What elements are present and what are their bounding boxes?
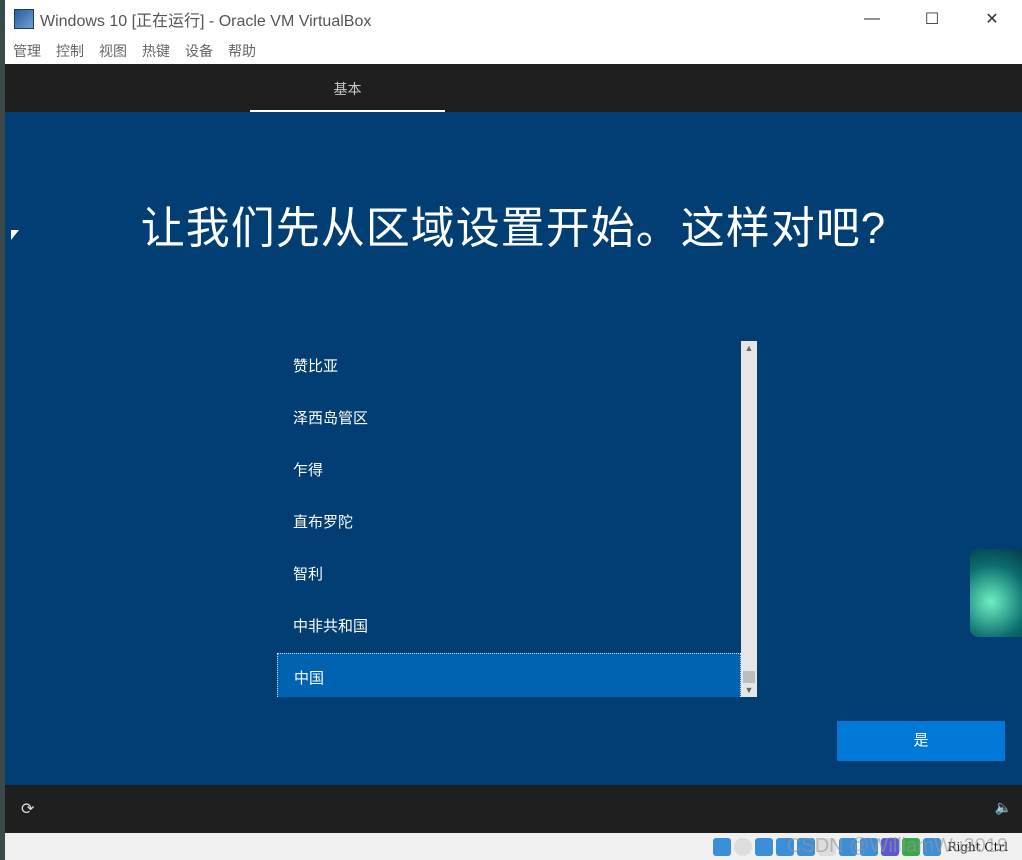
volume-icon[interactable]: 🔈 [995,799,1012,816]
status-bar: Right Ctrl CSDN @WilliamWu2019 [5,833,1022,860]
menu-view[interactable]: 视图 [99,41,127,61]
accessibility-icon[interactable]: ⟳ [21,799,34,819]
hard-disk-icon[interactable] [712,837,731,856]
list-item[interactable]: 泽西岛管区 [277,393,741,445]
title-bar: Windows 10 [正在运行] - Oracle VM VirtualBox… [5,0,1022,38]
menu-bar: 管理 控制 视图 热键 设备 帮助 [5,38,1022,64]
yes-button[interactable]: 是 [837,721,1005,761]
watermark: CSDN @WilliamWu2019 [786,835,1008,857]
list-item[interactable]: 中非共和国 [277,601,741,653]
list-item[interactable]: 乍得 [277,445,741,497]
region-list[interactable]: 赞比亚 泽西岛管区 乍得 直布罗陀 智利 中非共和国 中国 ▲ ▼ [277,341,757,697]
virtualbox-window: Windows 10 [正在运行] - Oracle VM VirtualBox… [5,0,1022,860]
menu-devices[interactable]: 设备 [185,41,213,61]
list-item[interactable]: 直布罗陀 [277,497,741,549]
audio-icon[interactable] [754,837,773,856]
close-button[interactable]: ✕ [962,0,1022,38]
scroll-down-icon[interactable]: ▼ [741,683,757,697]
tab-basics: 基本 [250,64,445,112]
virtualbox-icon [14,9,34,29]
desktop-thumbnail-image [970,549,1022,637]
oobe-region-page: 让我们先从区域设置开始。这样对吧? 赞比亚 泽西岛管区 乍得 直布罗陀 智利 中… [5,112,1022,785]
scrollbar[interactable]: ▲ ▼ [741,341,757,697]
menu-help[interactable]: 帮助 [228,41,256,61]
list-item[interactable]: 赞比亚 [277,341,741,393]
list-item[interactable]: 智利 [277,549,741,601]
setup-footer: ⟳ 🔈 [5,785,1022,833]
scroll-up-icon[interactable]: ▲ [741,341,757,355]
scrollbar-thumb[interactable] [743,671,755,683]
list-item-selected[interactable]: 中国 [277,653,741,697]
mouse-cursor-icon [11,230,19,240]
setup-header: 基本 [5,64,1022,112]
optical-drive-icon[interactable] [733,837,752,856]
minimize-button[interactable]: — [842,0,902,38]
menu-control[interactable]: 控制 [56,41,84,61]
page-title: 让我们先从区域设置开始。这样对吧? [140,204,887,253]
maximize-button[interactable]: ☐ [902,0,962,38]
menu-machine[interactable]: 管理 [13,41,41,61]
window-title: Windows 10 [正在运行] - Oracle VM VirtualBox [40,13,372,30]
menu-hotkeys[interactable]: 热键 [142,41,170,61]
